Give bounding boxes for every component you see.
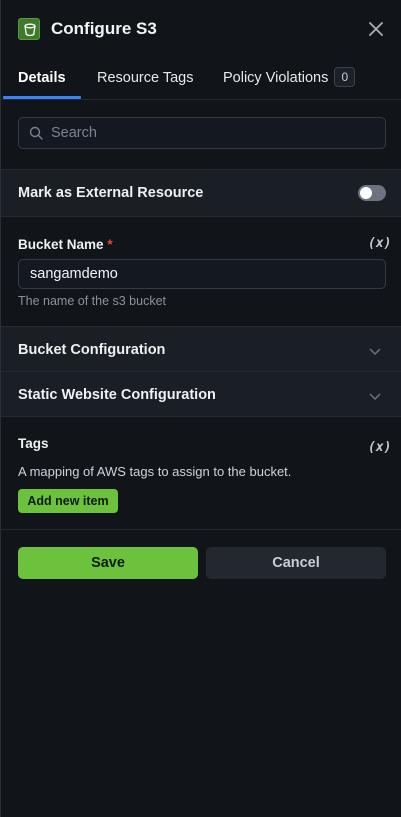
tags-description: A mapping of AWS tags to assign to the b… [18, 464, 292, 479]
bucket-configuration-section[interactable]: Bucket Configuration [1, 326, 401, 372]
bucket-name-help: The name of the s3 bucket [18, 294, 167, 308]
static-website-configuration-label: Static Website Configuration [18, 387, 216, 403]
active-tab-indicator [3, 96, 81, 99]
external-resource-row: Mark as External Resource [1, 169, 401, 217]
variable-icon[interactable]: (x) [368, 236, 391, 251]
save-button[interactable]: Save [18, 547, 198, 579]
search-icon [29, 126, 43, 145]
chevron-down-icon [368, 389, 382, 407]
configure-s3-panel: Configure S3 Details Resource Tags Polic… [0, 0, 401, 817]
external-resource-label: Mark as External Resource [18, 185, 204, 201]
tab-bar: Details Resource Tags Policy Violations 0 [1, 58, 401, 100]
close-icon[interactable] [365, 18, 387, 40]
tab-details-label: Details [18, 70, 66, 86]
required-marker: * [107, 237, 113, 252]
tab-resource-tags-label: Resource Tags [97, 70, 194, 86]
divider [1, 529, 401, 530]
tab-resource-tags[interactable]: Resource Tags [97, 58, 193, 100]
add-new-item-button[interactable]: Add new item [18, 489, 118, 513]
search-input[interactable] [51, 118, 371, 148]
bucket-name-input[interactable] [30, 260, 370, 288]
tags-label: Tags [18, 436, 49, 451]
external-resource-toggle[interactable] [358, 185, 386, 201]
bucket-configuration-label: Bucket Configuration [18, 342, 166, 358]
cancel-button[interactable]: Cancel [206, 547, 386, 579]
aws-s3-bucket-icon [18, 18, 40, 40]
search-field[interactable] [18, 117, 386, 149]
variable-icon[interactable]: (x) [368, 440, 391, 455]
chevron-down-icon [368, 344, 382, 362]
violations-count-badge: 0 [334, 67, 356, 87]
tab-details[interactable]: Details [18, 58, 66, 100]
panel-header: Configure S3 [1, 0, 401, 58]
toggle-knob [360, 187, 372, 199]
static-website-configuration-section[interactable]: Static Website Configuration [1, 371, 401, 417]
bucket-name-label: Bucket Name * [18, 237, 113, 252]
tab-policy-violations-label: Policy Violations [223, 70, 329, 86]
page-title: Configure S3 [51, 19, 157, 38]
bucket-name-field[interactable] [18, 259, 386, 289]
tab-policy-violations[interactable]: Policy Violations 0 [223, 58, 356, 100]
bucket-name-label-text: Bucket Name [18, 237, 104, 252]
